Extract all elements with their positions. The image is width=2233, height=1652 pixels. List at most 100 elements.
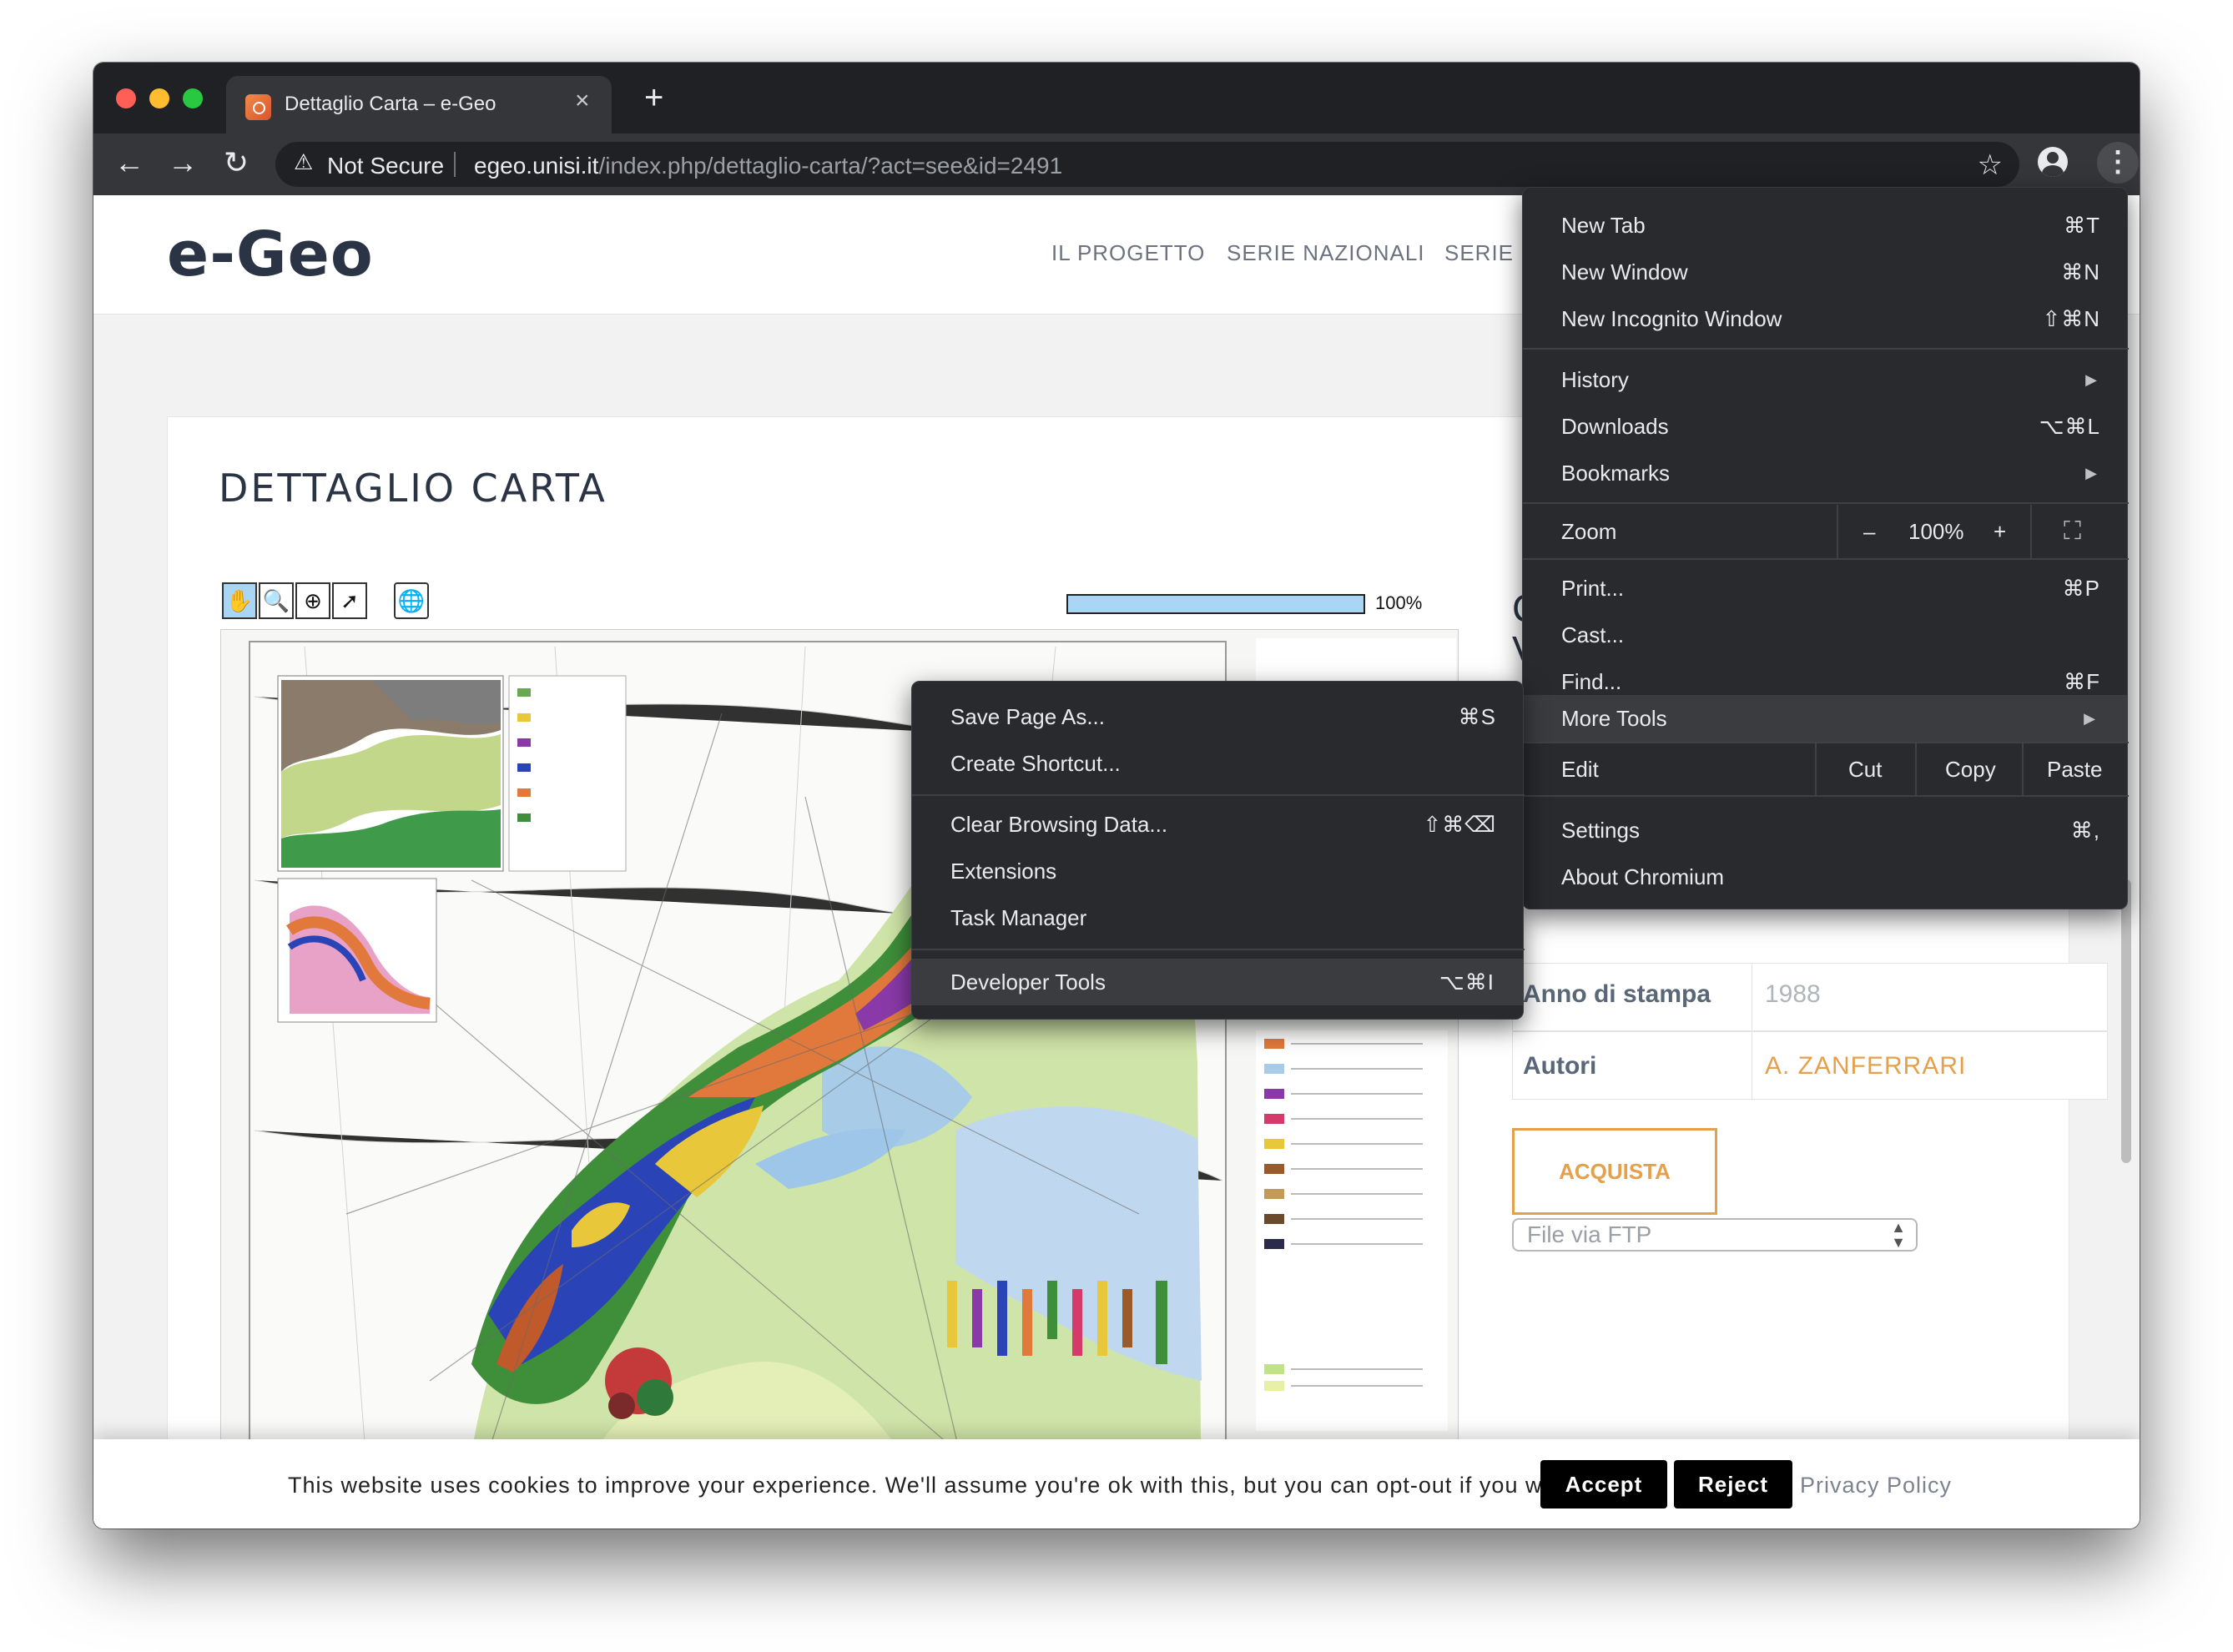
copy-button[interactable]: Copy (1945, 743, 1996, 795)
menu-item-print[interactable]: Print... ⌘P (1523, 565, 2129, 612)
cut-button[interactable]: Cut (1848, 743, 1882, 795)
submenu-item-create-shortcut[interactable]: Create Shortcut... (912, 740, 1525, 787)
zoom-box-tool-icon[interactable]: ⊕ (295, 582, 330, 619)
url-host: egeo.unisi.it (474, 153, 599, 179)
menu-separator (1523, 795, 2129, 797)
new-tab-button[interactable]: + (644, 81, 663, 114)
menu-item-new-incognito-window[interactable]: New Incognito Window ⇧⌘N (1523, 295, 2129, 342)
menu-item-label: More Tools (1561, 706, 1667, 731)
url-text[interactable]: egeo.unisi.it/index.php/dettaglio-carta/… (474, 153, 1062, 179)
submenu-arrow-icon: ▶ (2084, 710, 2095, 727)
edit-divider (1915, 743, 1917, 795)
menu-item-label: Task Manager (950, 905, 1087, 930)
privacy-policy-link[interactable]: Privacy Policy (1800, 1473, 1952, 1498)
menu-item-label: Save Page As... (950, 704, 1106, 729)
menu-item-bookmarks[interactable]: Bookmarks ▶ (1523, 450, 2129, 496)
detail-row: Anno di stampa 1988 (1512, 963, 2108, 1032)
pan-tool-icon[interactable]: ✋ (222, 582, 257, 619)
browser-menu-button[interactable]: ⋮ (2097, 142, 2139, 184)
zoom-out-button[interactable]: – (1863, 505, 1875, 558)
cookie-message: This website uses cookies to improve you… (288, 1473, 1581, 1498)
submenu-item-extensions[interactable]: Extensions (912, 848, 1525, 894)
reject-cookies-button[interactable]: Reject (1674, 1460, 1792, 1508)
author-link[interactable]: A. ZANFERRARI (1765, 1052, 1966, 1080)
buy-button[interactable]: ACQUISTA (1512, 1128, 1717, 1215)
zoom-divider (1837, 505, 1838, 558)
reload-button[interactable]: ↻ (215, 142, 257, 184)
menu-separator (1523, 348, 2129, 350)
accept-cookies-button[interactable]: Accept (1540, 1460, 1667, 1508)
zoom-tool-icon[interactable]: 🔍 (259, 582, 294, 619)
menu-item-label: New Tab (1561, 213, 1646, 238)
menu-item-label: Print... (1561, 576, 1625, 601)
menu-item-history[interactable]: History ▶ (1523, 356, 2129, 403)
submenu-item-save-page[interactable]: Save Page As... ⌘S (912, 693, 1525, 740)
menu-item-label: Downloads (1561, 414, 1669, 439)
menu-item-label: New Incognito Window (1561, 306, 1782, 331)
submenu-item-clear-browsing-data[interactable]: Clear Browsing Data... ⇧⌘⌫ (912, 801, 1525, 848)
menu-separator (1523, 502, 2129, 504)
menu-separator (912, 949, 1525, 950)
menu-separator (1523, 558, 2129, 560)
submenu-item-task-manager[interactable]: Task Manager (912, 894, 1525, 941)
site-logo[interactable]: e-Geo (167, 219, 374, 290)
menu-item-label: New Window (1561, 259, 1688, 285)
edit-divider (1815, 743, 1817, 795)
profile-avatar-icon[interactable] (2038, 147, 2068, 177)
format-select[interactable]: File via FTP ▲ ▼ (1512, 1218, 1918, 1252)
browser-main-menu: New Tab ⌘T New Window ⌘N New Incognito Win… (1522, 187, 2129, 909)
nav-il-progetto[interactable]: IL PROGETTO (1051, 240, 1205, 266)
detail-label: Autori (1523, 1052, 1597, 1080)
zoom-window-button[interactable] (183, 88, 203, 108)
browser-toolbar: ← → ↻ ⚠ Not Secure egeo.unisi.it/index.p… (93, 133, 2140, 195)
submenu-item-developer-tools[interactable]: Developer Tools ⌥⌘I (912, 959, 1523, 1005)
pointer-tool-icon[interactable]: ➚ (332, 582, 367, 619)
zoom-level-bar[interactable] (1066, 594, 1365, 614)
menu-item-about-chromium[interactable]: About Chromium (1523, 854, 2129, 900)
menu-shortcut: ⌘P (2062, 576, 2100, 601)
menu-item-settings[interactable]: Settings ⌘, (1523, 807, 2129, 854)
paste-button[interactable]: Paste (2047, 743, 2103, 795)
detail-row: Autori A. ZANFERRARI (1512, 1031, 2108, 1100)
menu-zoom-row: Zoom – 100% + ⛶ (1523, 505, 2129, 558)
address-bar[interactable]: ⚠ Not Secure egeo.unisi.it/index.php/det… (275, 142, 2019, 187)
browser-tab[interactable]: Dettaglio Carta – e-Geo × (226, 76, 612, 133)
nav-serie-nazionali[interactable]: SERIE NAZIONALI (1227, 240, 1425, 266)
zoom-in-button[interactable]: + (1994, 505, 2006, 558)
menu-item-label: Settings (1561, 818, 1640, 843)
security-label[interactable]: Not Secure (327, 153, 444, 179)
menu-item-label: Bookmarks (1561, 461, 1671, 486)
edit-label: Edit (1561, 757, 1599, 782)
page-scrollbar[interactable] (2121, 879, 2131, 1163)
address-separator (454, 152, 456, 177)
menu-item-new-window[interactable]: New Window ⌘N (1523, 249, 2129, 295)
detail-label: Anno di stampa (1523, 980, 1711, 1008)
menu-item-label: Create Shortcut... (950, 751, 1121, 776)
globe-tool-icon[interactable]: 🌐 (394, 582, 429, 619)
select-arrows-icon: ▲ ▼ (1891, 1219, 1906, 1251)
edit-divider (2022, 743, 2024, 795)
warning-icon: ⚠ (294, 149, 314, 174)
menu-item-cast[interactable]: Cast... (1523, 612, 2129, 658)
forward-button[interactable]: → (162, 142, 204, 184)
more-tools-submenu: Save Page As... ⌘S Create Shortcut... Cle… (911, 681, 1525, 1020)
detail-value: 1988 (1765, 980, 1821, 1008)
menu-shortcut: ⌘S (1458, 704, 1496, 729)
menu-item-label: Clear Browsing Data... (950, 812, 1168, 837)
menu-item-label: History (1561, 367, 1629, 392)
cookie-banner: This website uses cookies to improve you… (93, 1439, 2140, 1529)
menu-item-downloads[interactable]: Downloads ⌥⌘L (1523, 403, 2129, 450)
fullscreen-icon[interactable]: ⛶ (2064, 505, 2081, 558)
page-title: DETTAGLIO CARTA (219, 466, 607, 511)
bookmark-star-icon[interactable]: ☆ (1978, 149, 2003, 182)
close-window-button[interactable] (116, 88, 136, 108)
nav-serie-i[interactable]: SERIE I (1444, 240, 1527, 266)
minimize-window-button[interactable] (149, 88, 169, 108)
menu-item-new-tab[interactable]: New Tab ⌘T (1523, 202, 2129, 249)
menu-item-label: About Chromium (1561, 864, 1725, 889)
back-button[interactable]: ← (108, 142, 150, 184)
title-bar: Dettaglio Carta – e-Geo × + (93, 63, 2140, 133)
tab-close-icon[interactable]: × (575, 87, 590, 115)
zoom-level-text: 100% (1375, 592, 1423, 613)
menu-item-more-tools[interactable]: More Tools ▶ (1523, 695, 2127, 742)
